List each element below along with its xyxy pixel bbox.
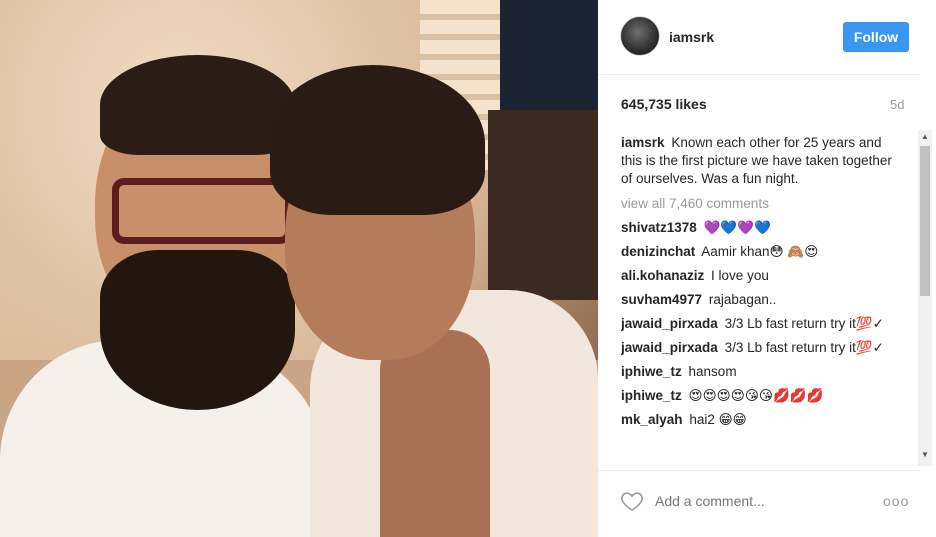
post-age[interactable]: 5d bbox=[890, 97, 904, 112]
list-item: jawaid_pirxada 3/3 Lb fast return try it… bbox=[621, 315, 906, 333]
caption-username[interactable]: iamsrk bbox=[621, 135, 665, 150]
photo-night-sky bbox=[488, 0, 598, 120]
person-left-hair bbox=[100, 55, 295, 155]
follow-button[interactable]: Follow bbox=[843, 22, 909, 52]
comment-username[interactable]: jawaid_pirxada bbox=[621, 316, 718, 331]
comment-text: 💜💙💜💙 bbox=[703, 220, 771, 235]
heart-outline-icon[interactable] bbox=[620, 489, 644, 513]
list-item: iphiwe_tz hansom bbox=[621, 363, 906, 381]
comment-username[interactable]: shivatz1378 bbox=[621, 220, 697, 235]
comment-username[interactable]: denizinchat bbox=[621, 244, 695, 259]
comment-username[interactable]: suvham4977 bbox=[621, 292, 702, 307]
scrollbar-thumb[interactable] bbox=[920, 146, 930, 296]
post-header: iamsrk Follow bbox=[598, 0, 920, 75]
photo-dark-area bbox=[488, 110, 598, 300]
view-all-comments-link[interactable]: view all 7,460 comments bbox=[621, 195, 906, 213]
profile-avatar[interactable] bbox=[620, 16, 660, 56]
likes-count[interactable]: 645,735 likes bbox=[621, 96, 707, 112]
comment-username[interactable]: mk_alyah bbox=[621, 412, 683, 427]
more-options-icon[interactable]: ooo bbox=[883, 493, 909, 509]
person-left-beard bbox=[100, 250, 295, 410]
scroll-down-arrow-icon[interactable]: ▼ bbox=[918, 450, 932, 462]
person-left-glasses bbox=[112, 178, 292, 244]
comment-username[interactable]: iphiwe_tz bbox=[621, 364, 682, 379]
post-side-panel: iamsrk Follow 645,735 likes 5d iamsrk Kn… bbox=[598, 0, 936, 537]
list-item: iphiwe_tz 😍😍😍😍😘😘💋💋💋 bbox=[621, 387, 906, 405]
comment-text: 3/3 Lb fast return try it💯✓ bbox=[724, 316, 884, 331]
add-comment-input[interactable] bbox=[655, 493, 855, 509]
comments-list: iamsrk Known each other for 25 years and… bbox=[621, 134, 906, 464]
list-item: mk_alyah hai2 😁😁 bbox=[621, 411, 906, 429]
list-item: shivatz1378 💜💙💜💙 bbox=[621, 219, 906, 237]
comment-text: 😍😍😍😍😘😘💋💋💋 bbox=[688, 388, 824, 403]
comment-text: rajabagan.. bbox=[708, 292, 777, 307]
post-caption: iamsrk Known each other for 25 years and… bbox=[621, 134, 906, 188]
comments-scrollbar[interactable]: ▲ ▼ bbox=[918, 130, 932, 466]
scroll-up-arrow-icon[interactable]: ▲ bbox=[918, 132, 932, 144]
comment-footer: ooo bbox=[598, 470, 920, 537]
comment-text: hai2 😁😁 bbox=[689, 412, 747, 427]
post-photo[interactable] bbox=[0, 0, 598, 537]
comment-text: 3/3 Lb fast return try it💯✓ bbox=[724, 340, 884, 355]
list-item: jawaid_pirxada 3/3 Lb fast return try it… bbox=[621, 339, 906, 357]
list-item: ali.kohanaziz I love you bbox=[621, 267, 906, 285]
comment-username[interactable]: iphiwe_tz bbox=[621, 388, 682, 403]
comment-username[interactable]: ali.kohanaziz bbox=[621, 268, 704, 283]
post-username[interactable]: iamsrk bbox=[669, 29, 714, 45]
comment-text: Aamir khan😳 🙈😍 bbox=[701, 244, 819, 259]
comment-text: hansom bbox=[688, 364, 737, 379]
comment-text: I love you bbox=[711, 268, 769, 283]
person-right-chest bbox=[380, 330, 490, 537]
comment-username[interactable]: jawaid_pirxada bbox=[621, 340, 718, 355]
list-item: suvham4977 rajabagan.. bbox=[621, 291, 906, 309]
list-item: denizinchat Aamir khan😳 🙈😍 bbox=[621, 243, 906, 261]
